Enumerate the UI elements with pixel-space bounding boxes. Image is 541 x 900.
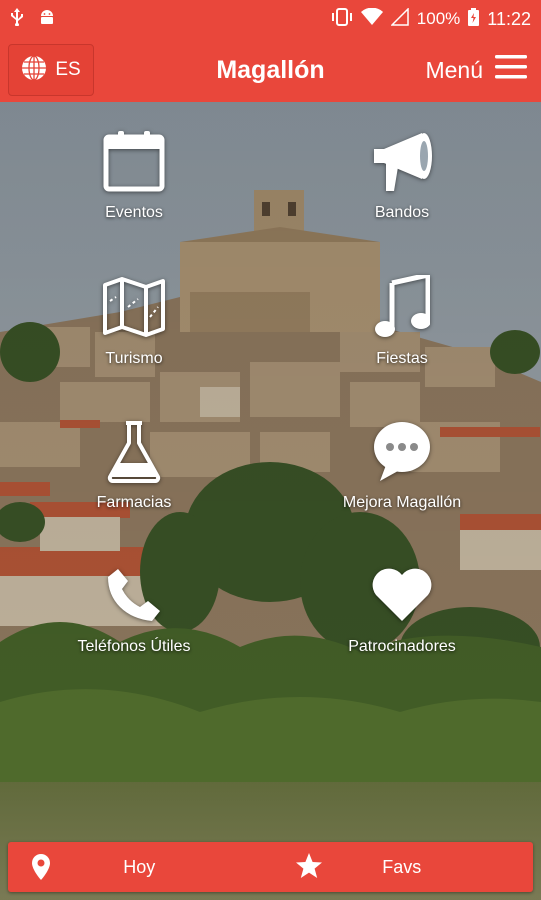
tile-turismo[interactable]: Turismo — [24, 272, 244, 368]
tile-eventos[interactable]: Eventos — [24, 126, 244, 222]
calendar-icon — [102, 126, 166, 196]
phone-icon — [106, 560, 162, 630]
vibrate-icon — [331, 7, 353, 31]
tile-label: Eventos — [105, 204, 163, 221]
menu-label: Menú — [425, 56, 483, 83]
chat-bubble-icon — [372, 416, 432, 486]
status-bar: 100% 11:22 — [0, 0, 541, 38]
favs-button[interactable]: Favs — [271, 842, 534, 892]
tile-label: Teléfonos Útiles — [77, 638, 191, 655]
menu-button[interactable]: Menú — [425, 50, 527, 90]
star-icon — [295, 852, 323, 885]
tile-farmacias[interactable]: Farmacias — [24, 416, 244, 512]
clock: 11:22 — [487, 8, 531, 29]
flask-icon — [106, 416, 162, 486]
tile-label: Mejora Magallón — [342, 494, 462, 511]
tile-label: Fiestas — [376, 350, 428, 367]
tile-patrocinadores[interactable]: Patrocinadores — [292, 560, 512, 656]
tile-mejora-magallon[interactable]: Mejora Magallón — [292, 416, 512, 512]
battery-level: 100% — [416, 9, 461, 28]
megaphone-icon — [370, 126, 434, 196]
wifi-icon — [360, 7, 383, 31]
music-note-icon — [374, 272, 430, 342]
hero-background: Eventos Bandos Turismo Fiestas Farmacias… — [0, 102, 541, 900]
heart-icon — [370, 560, 434, 630]
today-button[interactable]: Hoy — [8, 842, 271, 892]
globe-icon — [21, 54, 47, 86]
android-icon — [38, 8, 56, 31]
map-icon — [102, 272, 166, 342]
hamburger-icon — [495, 55, 527, 85]
location-pin-icon — [32, 854, 50, 885]
bottom-bar: Hoy Favs — [8, 842, 533, 892]
usb-icon — [10, 7, 24, 31]
tile-label: Bandos — [374, 204, 430, 221]
tile-fiestas[interactable]: Fiestas — [292, 272, 512, 368]
tile-bandos[interactable]: Bandos — [292, 126, 512, 222]
tile-telefonos-utiles[interactable]: Teléfonos Útiles — [24, 560, 244, 656]
tile-label: Turismo — [105, 350, 163, 367]
language-button[interactable]: ES — [8, 44, 94, 96]
tile-label: Farmacias — [96, 494, 172, 511]
language-label: ES — [55, 59, 81, 80]
app-bar: ES Magallón Menú — [0, 38, 541, 102]
signal-icon — [389, 6, 409, 31]
tile-label: Patrocinadores — [348, 638, 456, 655]
battery-icon — [468, 7, 480, 31]
